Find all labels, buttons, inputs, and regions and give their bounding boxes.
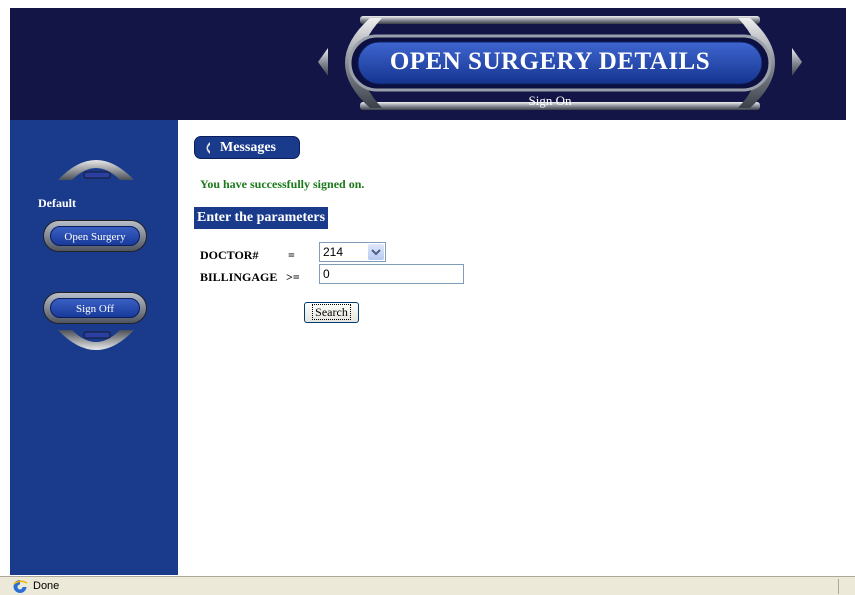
billingage-input[interactable]: 0 [319,264,464,284]
ie-page-icon [13,580,28,593]
browser-page: OPEN SURGERY DETAILS Sign On Default Ope… [0,0,855,595]
search-button[interactable]: Search [304,302,359,323]
sidebar-top-ornament-icon [58,160,134,180]
search-button-label: Search [312,304,351,320]
doctor-label: DOCTOR# [200,248,259,262]
status-bar: Done [0,576,855,595]
success-message: You have successfully signed on. [200,177,365,191]
status-divider [838,579,839,594]
status-text: Done [33,580,60,592]
sidebar: Default Open Surgery Sign Off [10,120,178,575]
parameters-heading: Enter the parameters [194,207,329,229]
sign-off-button[interactable]: Sign Off [43,292,147,324]
doctor-select[interactable]: 214 [319,242,386,262]
header-banner: OPEN SURGERY DETAILS Sign On [10,8,846,120]
billingage-operator: >= [286,270,300,284]
right-margin [846,0,855,576]
messages-tab: Messages [194,136,300,159]
sign-off-label: Sign Off [50,298,140,318]
chevron-down-icon[interactable] [368,244,384,260]
open-surgery-button[interactable]: Open Surgery [43,220,147,252]
left-margin [0,0,10,576]
doctor-operator: = [288,248,295,262]
doctor-select-value: 214 [323,245,344,259]
sidebar-bottom-ornament-icon [58,330,134,350]
sidebar-section-label: Default [38,196,76,210]
page-subtitle: Sign On [528,93,572,108]
messages-tab-label: Messages [220,140,276,155]
page-title: OPEN SURGERY DETAILS [389,48,711,75]
tab-ornament-icon [206,142,210,154]
billingage-label: BILLINGAGE [200,270,278,284]
open-surgery-label: Open Surgery [50,226,140,246]
